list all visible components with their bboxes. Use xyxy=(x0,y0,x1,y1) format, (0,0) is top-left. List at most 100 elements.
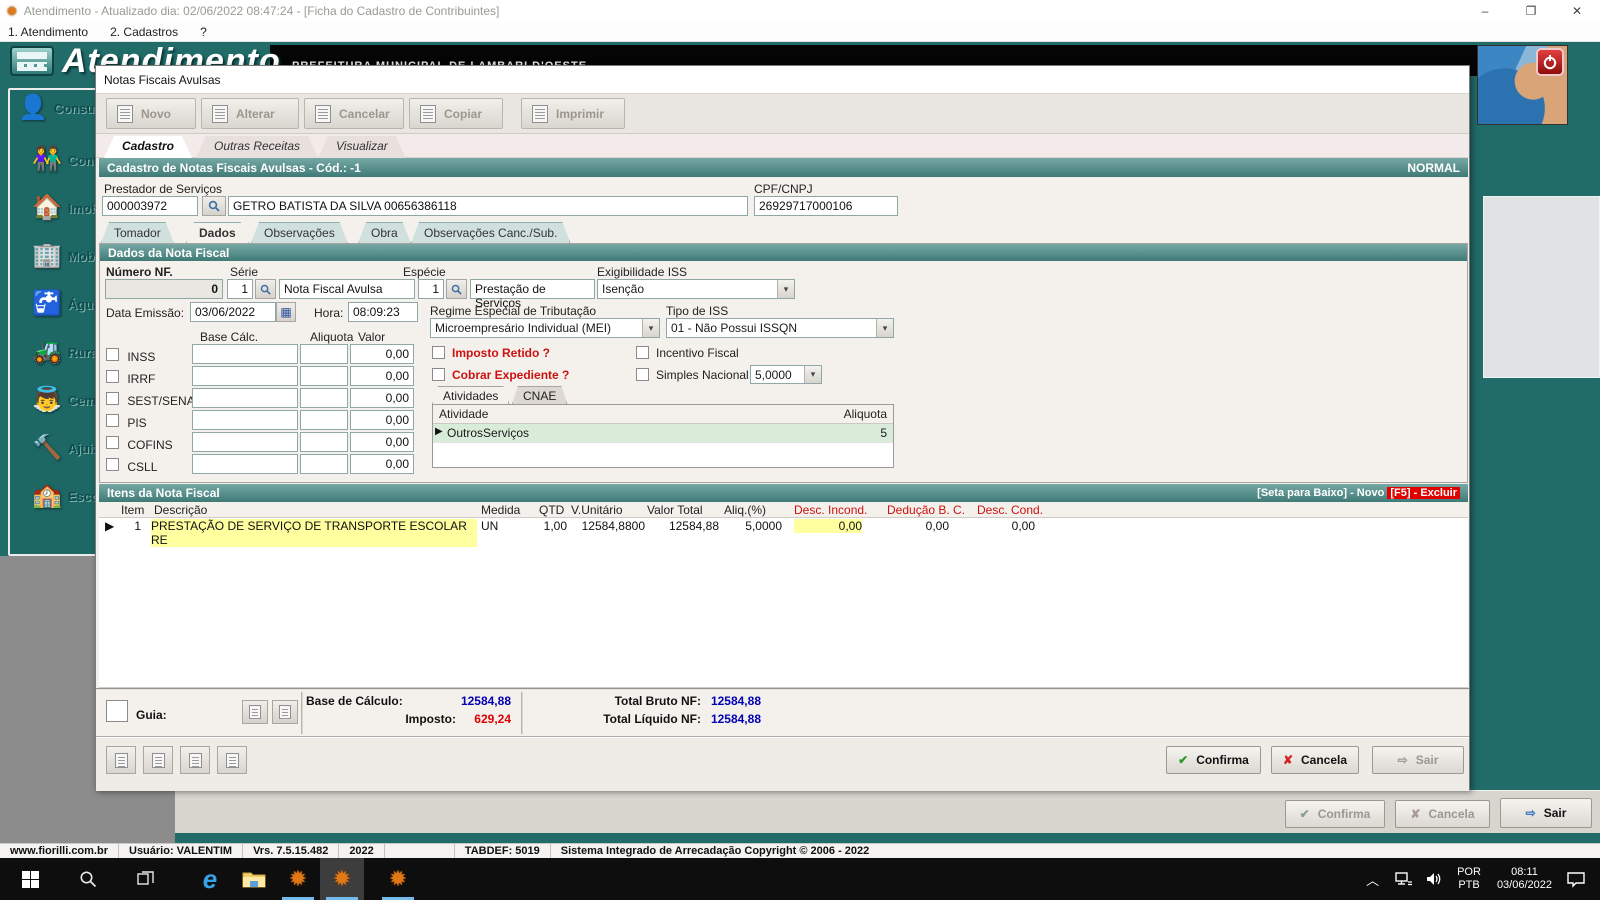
minimize-button[interactable]: – xyxy=(1462,0,1508,22)
tipo-iss-select[interactable]: 01 - Não Possui ISSQN ▾ xyxy=(666,318,894,338)
tab-cadastro[interactable]: Cadastro xyxy=(104,136,192,158)
nav-first-button[interactable] xyxy=(106,746,136,774)
sidebar-item-ajuizamento[interactable]: 🔨 Ajuizi xyxy=(32,436,103,460)
network-icon[interactable] xyxy=(1393,871,1413,887)
cofins-valor-field[interactable]: 0,00 xyxy=(350,432,414,452)
taskbar-app1-button[interactable]: ✹ xyxy=(276,858,320,900)
maximize-button[interactable]: ❐ xyxy=(1508,0,1554,22)
especie-field[interactable]: 1 xyxy=(418,279,444,299)
irrf-valor-field[interactable]: 0,00 xyxy=(350,366,414,386)
clock[interactable]: 08:11 03/06/2022 xyxy=(1497,866,1552,892)
copiar-button[interactable]: Copiar xyxy=(409,98,503,129)
menu-cadastros[interactable]: 2. Cadastros xyxy=(110,25,178,39)
nav-last-button[interactable] xyxy=(217,746,247,774)
taskbar-app2-button[interactable]: ✹ xyxy=(320,858,364,900)
sidebar-item-mobiliario[interactable]: 🏢 Mobi xyxy=(32,244,98,268)
csll-checkbox[interactable] xyxy=(106,458,119,471)
cofins-aliq-field[interactable] xyxy=(300,432,348,452)
inss-base-field[interactable] xyxy=(192,344,298,364)
irrf-base-field[interactable] xyxy=(192,366,298,386)
sidebar-item-cemiterio[interactable]: 👼 Cem xyxy=(32,388,96,412)
cancela-button[interactable]: ✘ Cancela xyxy=(1271,746,1359,774)
sest-aliq-field[interactable] xyxy=(300,388,348,408)
parent-confirma-button[interactable]: ✔ Confirma xyxy=(1285,800,1385,828)
csll-valor-field[interactable]: 0,00 xyxy=(350,454,414,474)
tab-observacoes[interactable]: Observações xyxy=(251,222,348,243)
power-button[interactable] xyxy=(1536,48,1564,76)
simples-valor-select[interactable]: 5,0000 ▾ xyxy=(750,365,822,384)
guia-view-button[interactable] xyxy=(242,700,268,724)
calendar-button[interactable]: ▦ xyxy=(276,302,296,322)
cobrar-expediente-checkbox[interactable] xyxy=(432,368,445,381)
tab-tomador[interactable]: Tomador xyxy=(101,222,174,243)
cancelar-button[interactable]: Cancelar xyxy=(304,98,404,129)
tab-visualizar[interactable]: Visualizar xyxy=(318,136,406,158)
parent-sair-button[interactable]: ⇨ Sair xyxy=(1500,798,1592,828)
sest-valor-field[interactable]: 0,00 xyxy=(350,388,414,408)
sidebar-item-escola[interactable]: 🏫 Esco xyxy=(32,484,99,508)
guia-print-button[interactable] xyxy=(272,700,298,724)
csll-aliq-field[interactable] xyxy=(300,454,348,474)
close-button[interactable]: ✕ xyxy=(1554,0,1600,22)
prestador-nome-field[interactable]: GETRO BATISTA DA SILVA 00656386118 xyxy=(228,196,748,216)
guia-checkbox[interactable] xyxy=(106,700,128,722)
taskbar-ie-button[interactable]: e xyxy=(188,858,232,900)
irrf-checkbox[interactable] xyxy=(106,370,119,383)
imposto-retido-checkbox[interactable] xyxy=(432,346,445,359)
serie-desc-field[interactable]: Nota Fiscal Avulsa xyxy=(279,279,415,299)
sidebar-item-rural[interactable]: 🚜 Rura xyxy=(32,340,98,364)
confirma-button[interactable]: ✔ Confirma xyxy=(1166,746,1261,774)
regime-select[interactable]: Microempresário Individual (MEI) ▾ xyxy=(430,318,660,338)
item-row[interactable]: ▶ 1 PRESTAÇÃO DE SERVIÇO DE TRANSPORTE E… xyxy=(99,518,1468,535)
irrf-aliq-field[interactable] xyxy=(300,366,348,386)
pis-valor-field[interactable]: 0,00 xyxy=(350,410,414,430)
notification-icon[interactable] xyxy=(1566,870,1586,888)
sest-checkbox[interactable] xyxy=(106,392,119,405)
tab-obs-canc[interactable]: Observações Canc./Sub. xyxy=(411,222,570,243)
menu-help[interactable]: ? xyxy=(200,25,207,39)
sest-base-field[interactable] xyxy=(192,388,298,408)
data-emissao-field[interactable]: 03/06/2022 xyxy=(190,302,276,322)
serie-search-button[interactable] xyxy=(255,279,276,299)
menu-atendimento[interactable]: 1. Atendimento xyxy=(8,25,88,39)
nav-next-button[interactable] xyxy=(180,746,210,774)
tab-atividades[interactable]: Atividades xyxy=(432,386,509,404)
tab-outras-receitas[interactable]: Outras Receitas xyxy=(196,136,318,158)
sidebar-item-contribuintes[interactable]: 👫 Cont xyxy=(32,148,98,172)
numero-nf-field[interactable]: 0 xyxy=(105,279,223,299)
taskbar-app3-button[interactable]: ✹ xyxy=(376,858,420,900)
sair-button[interactable]: ⇨ Sair xyxy=(1372,746,1464,774)
exigibilidade-select[interactable]: Isenção ▾ xyxy=(597,279,795,299)
taskbar-search-button[interactable] xyxy=(66,858,110,900)
sidebar-item-imobiliario[interactable]: 🏠 Imob xyxy=(32,196,99,220)
start-button[interactable] xyxy=(8,858,52,900)
pis-base-field[interactable] xyxy=(192,410,298,430)
parent-cancela-button[interactable]: ✘ Cancela xyxy=(1395,800,1490,828)
inss-checkbox[interactable] xyxy=(106,348,119,361)
tab-dados[interactable]: Dados xyxy=(186,222,249,243)
simples-nacional-checkbox[interactable] xyxy=(636,368,649,381)
sidebar-item-agua[interactable]: 🚰 Água xyxy=(32,292,100,316)
pis-checkbox[interactable] xyxy=(106,414,119,427)
task-view-button[interactable] xyxy=(124,858,168,900)
especie-desc-field[interactable]: Prestação de Serviços xyxy=(470,279,595,299)
tab-obra[interactable]: Obra xyxy=(358,222,411,243)
taskbar-explorer-button[interactable] xyxy=(232,858,276,900)
cpf-field[interactable]: 26929717000106 xyxy=(754,196,898,216)
speaker-icon[interactable] xyxy=(1425,871,1443,887)
cofins-checkbox[interactable] xyxy=(106,436,119,449)
alterar-button[interactable]: Alterar xyxy=(201,98,299,129)
especie-search-button[interactable] xyxy=(446,279,467,299)
nav-prev-button[interactable] xyxy=(143,746,173,774)
imprimir-button[interactable]: Imprimir xyxy=(521,98,625,129)
incentivo-fiscal-checkbox[interactable] xyxy=(636,346,649,359)
serie-field[interactable]: 1 xyxy=(227,279,253,299)
hidden-icons-chevron[interactable]: ︿ xyxy=(1366,870,1379,889)
inss-valor-field[interactable]: 0,00 xyxy=(350,344,414,364)
prestador-codigo-field[interactable]: 000003972 xyxy=(102,196,198,216)
tab-cnae[interactable]: CNAE xyxy=(512,386,567,404)
cofins-base-field[interactable] xyxy=(192,432,298,452)
inss-aliq-field[interactable] xyxy=(300,344,348,364)
prestador-search-button[interactable] xyxy=(202,196,226,216)
language-indicator[interactable]: POR PTB xyxy=(1457,866,1481,892)
